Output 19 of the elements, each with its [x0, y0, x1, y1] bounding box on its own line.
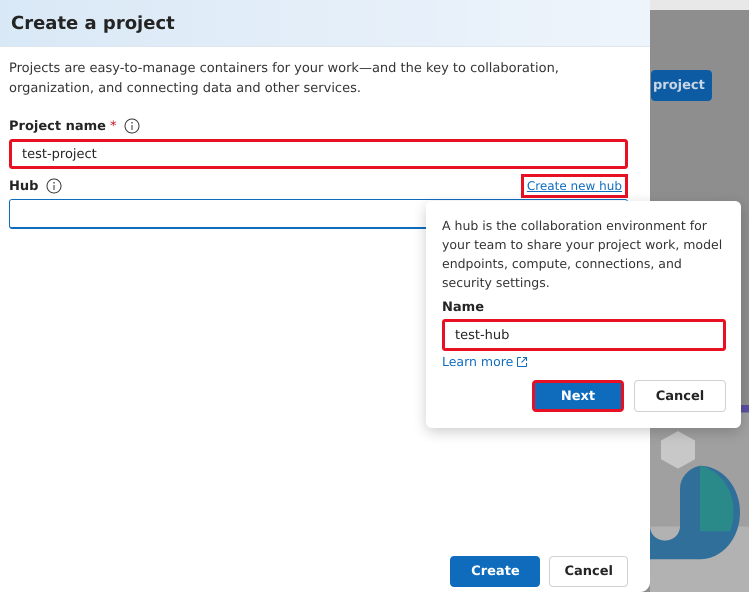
hub-name-input[interactable]: test-hub — [442, 319, 726, 351]
info-icon[interactable] — [124, 118, 140, 134]
cancel-button[interactable]: Cancel — [634, 380, 726, 412]
info-icon[interactable] — [46, 178, 62, 194]
next-button[interactable]: Next — [532, 380, 624, 412]
external-link-icon — [516, 356, 528, 368]
field-label: Project name — [9, 118, 106, 134]
learn-more-link[interactable]: Learn more — [442, 354, 528, 369]
required-mark: * — [110, 118, 116, 134]
create-project-button[interactable]: project — [651, 70, 712, 101]
cancel-button[interactable]: Cancel — [549, 556, 628, 587]
text-input[interactable]: test-project — [9, 139, 628, 169]
panel-title: Create a project — [11, 12, 175, 34]
description-text: Projects are easy-to-manage containers for your work—and the key to collaboration, organization, and connecting data and other services. — [9, 60, 560, 98]
create-button[interactable]: Create — [450, 556, 540, 587]
field-label: Hub — [9, 178, 38, 194]
field-label: Name — [442, 300, 486, 315]
popover-text: A hub is the collaboration environment for your team to share your project work, model endpoints, compute, connections, and security settings. — [442, 217, 724, 292]
create-new-hub-link[interactable]: Create new hub — [520, 174, 628, 198]
